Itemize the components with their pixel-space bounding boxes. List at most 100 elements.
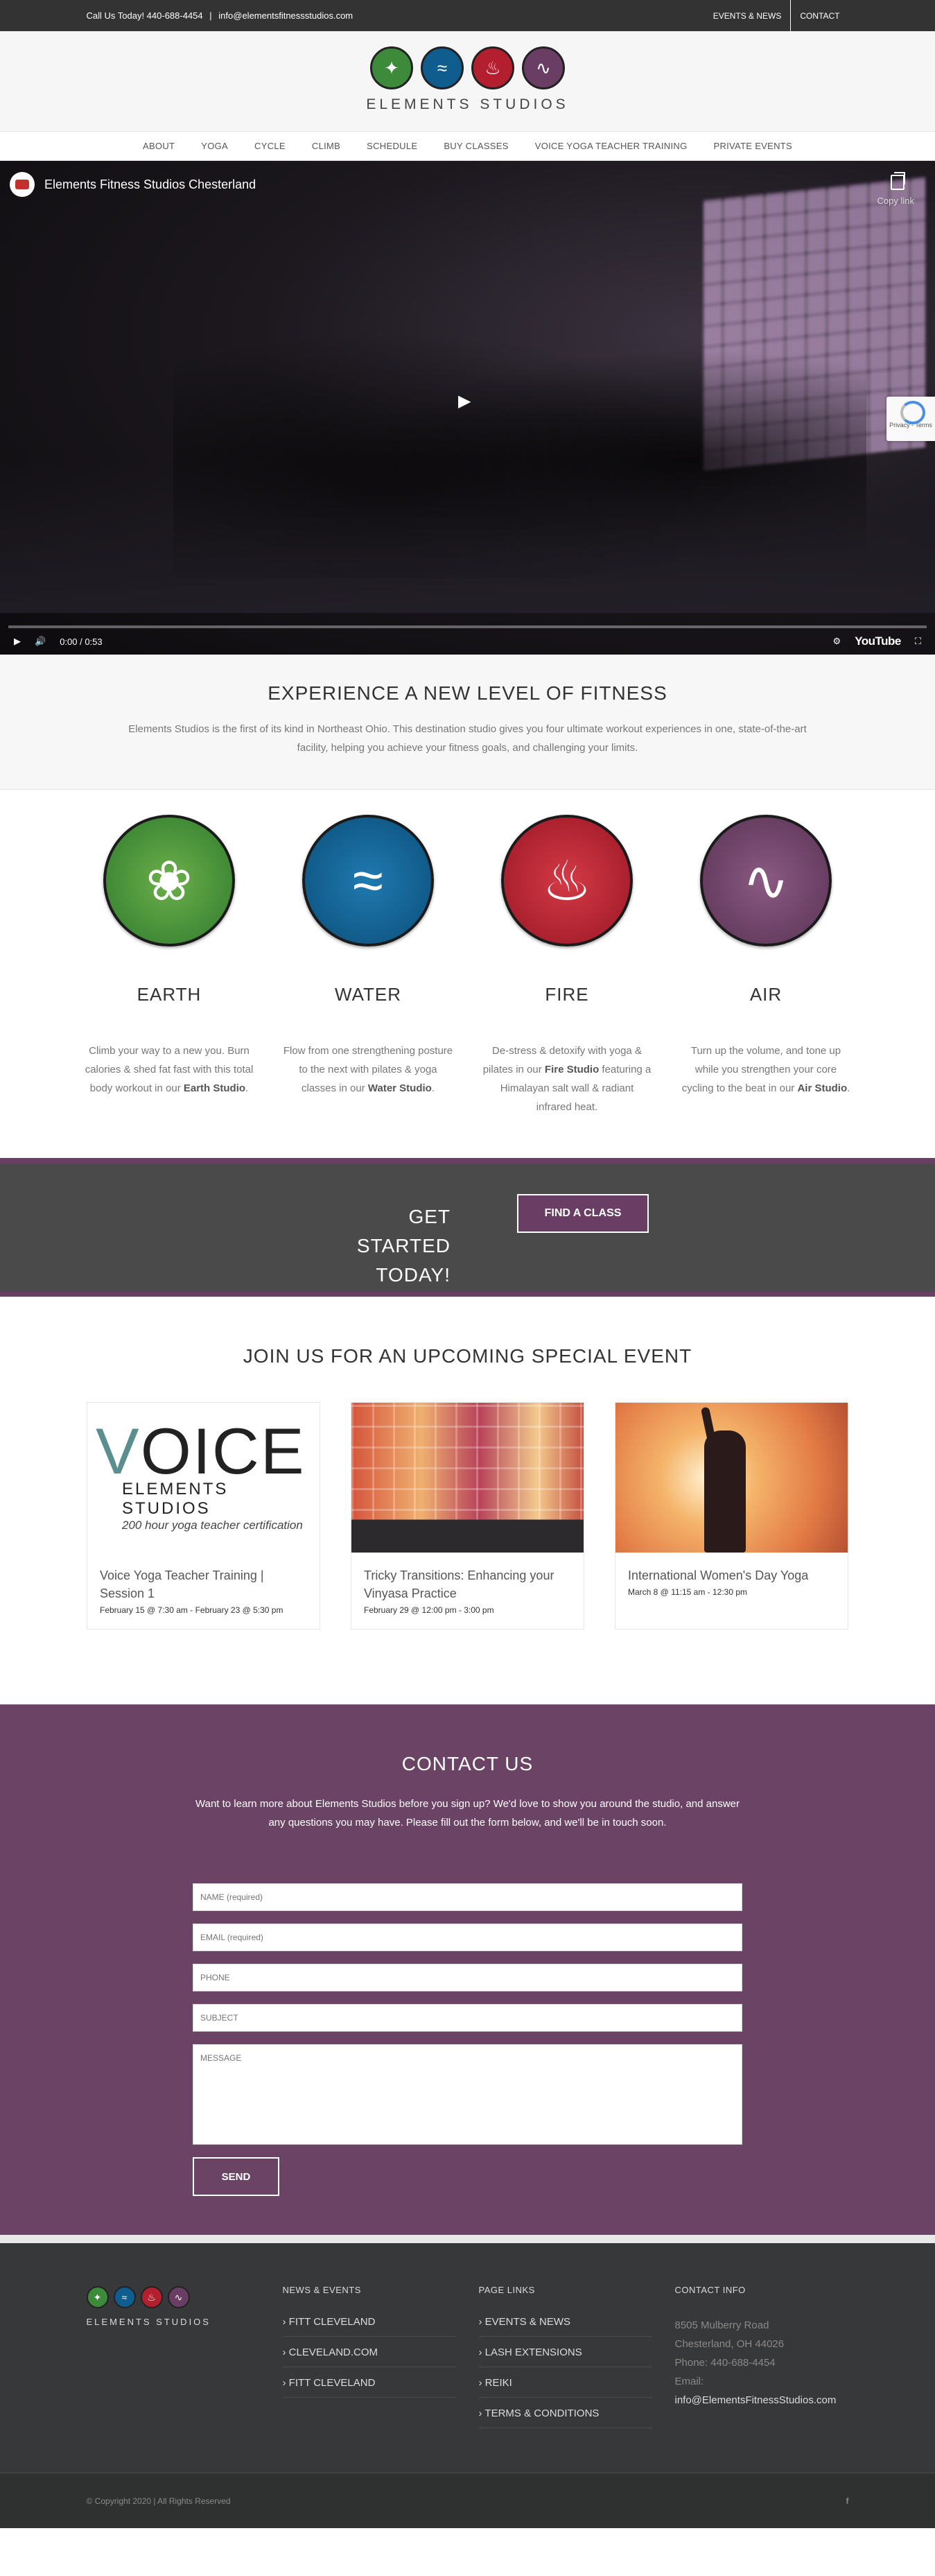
intro-section: EXPERIENCE A NEW LEVEL OF FITNESS Elemen… — [0, 655, 935, 790]
copyright-bar: © Copyright 2020 | All Rights Reserved f — [0, 2473, 935, 2528]
logo[interactable]: ✦ ≈ ♨ ∿ — [0, 46, 935, 89]
fullscreen-icon[interactable]: ⛶ — [915, 636, 921, 647]
events-section: JOIN US FOR AN UPCOMING SPECIAL EVENT VO… — [0, 1297, 935, 1704]
nav-cycle[interactable]: CYCLE — [254, 141, 286, 151]
event-card[interactable]: International Women's Day Yoga March 8 @… — [615, 1402, 848, 1630]
voice-logo-text: VOICE — [96, 1415, 306, 1487]
intro-text: Elements Studios is the first of its kin… — [128, 723, 807, 754]
nav-about[interactable]: ABOUT — [143, 141, 175, 151]
find-a-class-button[interactable]: FIND A CLASS — [517, 1194, 649, 1233]
video-controls: ▶ 🔊 0:00 / 0:53 ⚙ YouTube ⛶ — [0, 628, 935, 655]
play-icon[interactable]: ▶ — [458, 391, 479, 412]
channel-avatar-icon[interactable] — [10, 172, 35, 197]
message-field[interactable] — [193, 2044, 742, 2145]
send-button[interactable]: SEND — [193, 2157, 279, 2196]
video-floor — [0, 460, 935, 613]
contact-heading: CONTACT US — [401, 1753, 534, 1774]
footer-page-heading: PAGE LINKS — [478, 2285, 535, 2295]
youtube-logo[interactable]: YouTube — [855, 634, 901, 648]
footer-page-link[interactable]: › TERMS & CONDITIONS — [478, 2408, 652, 2428]
footer-contact-info: CONTACT INFO 8505 Mulberry Road Chesterl… — [675, 2285, 848, 2438]
nav-voice-yoga-teacher-training[interactable]: VOICE YOGA TEACHER TRAINING — [535, 141, 688, 151]
volume-icon[interactable]: 🔊 — [35, 636, 46, 647]
email-link[interactable]: info@elementsfitnessstudios.com — [218, 10, 353, 21]
footer-contact-heading: CONTACT INFO — [674, 2285, 746, 2295]
footer-page-link[interactable]: › EVENTS & NEWS — [478, 2316, 652, 2337]
footer-page-link[interactable]: › LASH EXTENSIONS — [478, 2346, 652, 2367]
element-title: AIR — [749, 984, 783, 1005]
top-bar: Call Us Today! 440-688-4454 | info@eleme… — [0, 0, 935, 31]
name-field[interactable] — [193, 1883, 742, 1911]
water-logo-icon: ≈ — [421, 46, 464, 89]
footer-news-link[interactable]: › FITT CLEVELAND — [282, 2377, 456, 2398]
get-started-section: GET STARTED TODAY! FIND A CLASS — [0, 1158, 935, 1297]
air-logo-icon: ∿ — [522, 46, 565, 89]
contact-link[interactable]: CONTACT — [790, 0, 848, 31]
event-image-voice[interactable]: VOICE ELEMENTS STUDIOS 200 hour yoga tea… — [87, 1403, 320, 1553]
settings-icon[interactable]: ⚙ — [833, 636, 841, 647]
address-line-2: Chesterland, OH 44026 — [674, 2338, 785, 2350]
event-card[interactable]: Tricky Transitions: Enhancing your Vinya… — [351, 1402, 584, 1630]
element-water: ≈ WATER Flow from one strengthening post… — [283, 815, 454, 1116]
footer-phone: Phone: 440-688-4454 — [674, 2357, 776, 2369]
footer-news-link[interactable]: › FITT CLEVELAND — [282, 2316, 456, 2337]
site-header: ✦ ≈ ♨ ∿ ELEMENTS STUDIOS — [0, 31, 935, 132]
element-air: ∿ AIR Turn up the volume, and tone up wh… — [681, 815, 852, 1116]
element-text: Turn up the volume, and tone up while yo… — [681, 1045, 850, 1094]
facebook-icon[interactable]: f — [846, 2496, 849, 2506]
email-field[interactable] — [193, 1924, 742, 1951]
studio-name: Earth Studio — [183, 1082, 246, 1094]
element-title: EARTH — [137, 984, 202, 1005]
earth-logo-icon: ✦ — [370, 46, 413, 89]
logo-title: ELEMENTS STUDIOS — [366, 96, 569, 112]
contact-text: Want to learn more about Elements Studio… — [195, 1798, 740, 1829]
event-card[interactable]: VOICE ELEMENTS STUDIOS 200 hour yoga tea… — [87, 1402, 320, 1630]
footer-logo-text: ELEMENTS STUDIOS — [86, 2317, 211, 2327]
top-bar-links: EVENTS & NEWS CONTACT — [704, 0, 849, 31]
event-image-salt-wall[interactable] — [351, 1403, 584, 1553]
video-time: 0:00 / 0:53 — [60, 636, 103, 647]
subject-field[interactable] — [193, 2004, 742, 2032]
element-title: FIRE — [545, 984, 589, 1005]
recaptcha-badge[interactable]: Privacy - Terms — [886, 397, 935, 441]
copy-link-icon[interactable] — [891, 172, 905, 190]
event-date: March 8 @ 11:15 am - 12:30 pm — [628, 1587, 748, 1597]
recaptcha-text: Privacy - Terms — [889, 422, 932, 429]
video-title[interactable]: Elements Fitness Studios Chesterland — [44, 178, 256, 192]
nav-buy-classes[interactable]: BUY CLASSES — [444, 141, 508, 151]
nav-schedule[interactable]: SCHEDULE — [367, 141, 417, 151]
event-date: February 29 @ 12:00 pm - 3:00 pm — [364, 1605, 494, 1615]
footer: ✦ ≈ ♨ ∿ ELEMENTS STUDIOS NEWS & EVENTS ›… — [0, 2243, 935, 2473]
nav-climb[interactable]: CLIMB — [312, 141, 340, 151]
voice-logo-tagline: 200 hour yoga teacher certification — [122, 1519, 303, 1532]
footer-email-label: Email: — [674, 2376, 704, 2387]
event-title[interactable]: Voice Yoga Teacher Training | Session 1 — [100, 1566, 307, 1602]
footer-email-link[interactable]: info@ElementsFitnessStudios.com — [675, 2391, 848, 2410]
footer-logo[interactable]: ✦ ≈ ♨ ∿ ELEMENTS STUDIOS — [86, 2285, 283, 2438]
event-image-sunset[interactable] — [615, 1403, 848, 1553]
event-title[interactable]: International Women's Day Yoga — [628, 1566, 835, 1584]
leaf-flame-icon: ❀ — [103, 815, 235, 946]
contact-section: CONTACT US Want to learn more about Elem… — [0, 1704, 935, 2243]
footer-page-links: PAGE LINKS › EVENTS & NEWS › LASH EXTENS… — [478, 2285, 675, 2438]
voice-logo-sub: ELEMENTS STUDIOS — [122, 1480, 229, 1518]
copy-link-label[interactable]: Copy link — [877, 196, 914, 206]
intro-heading: EXPERIENCE A NEW LEVEL OF FITNESS — [268, 682, 667, 704]
element-text: Flow from one strengthening posture to t… — [283, 1045, 453, 1094]
contact-form: SEND — [193, 1883, 742, 2196]
fire-icon: ♨ — [140, 2286, 163, 2308]
video-player[interactable]: Elements Fitness Studios Chesterland Cop… — [0, 161, 935, 655]
events-news-link[interactable]: EVENTS & NEWS — [704, 0, 791, 31]
nav-private-events[interactable]: PRIVATE EVENTS — [713, 141, 792, 151]
element-title: WATER — [335, 984, 401, 1005]
studio-name: Water Studio — [367, 1082, 432, 1094]
footer-page-link[interactable]: › REIKI — [478, 2377, 652, 2398]
event-title[interactable]: Tricky Transitions: Enhancing your Vinya… — [364, 1566, 571, 1602]
nav-yoga[interactable]: YOGA — [201, 141, 228, 151]
phone-field[interactable] — [193, 1964, 742, 1991]
events-heading: JOIN US FOR AN UPCOMING SPECIAL EVENT — [243, 1345, 692, 1367]
element-text: Climb your way to a new you. Burn calori… — [85, 1045, 254, 1094]
footer-news-link[interactable]: › CLEVELAND.COM — [282, 2346, 456, 2367]
address-line-1: 8505 Mulberry Road — [674, 2319, 769, 2331]
play-button-icon[interactable]: ▶ — [14, 636, 21, 647]
